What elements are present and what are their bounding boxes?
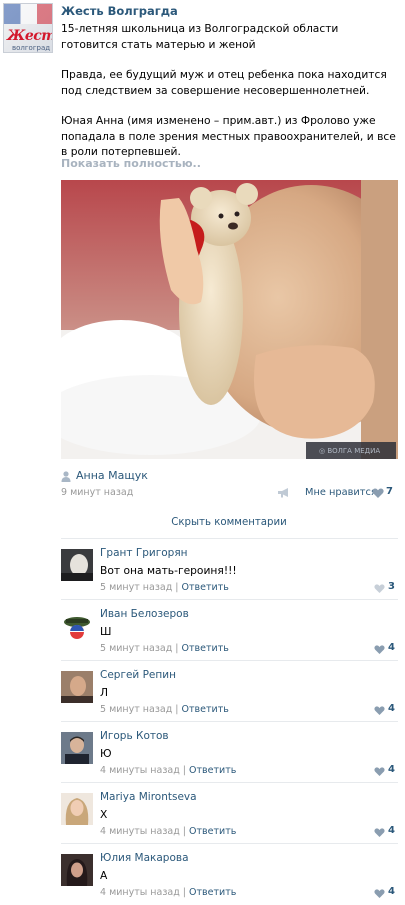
- show-more-link[interactable]: Показать полностью..: [61, 157, 201, 170]
- avatar-logo-subtext: волгоград: [12, 44, 51, 52]
- post-header: Жесть волгоград Жесть Волграгда 15-летня…: [0, 0, 405, 170]
- comment-text: Ш: [100, 625, 112, 638]
- comment-text: Л: [100, 686, 109, 699]
- reply-link[interactable]: Ответить: [182, 704, 229, 715]
- post-paragraph: Правда, ее будущий муж и отец ребенка по…: [61, 68, 387, 97]
- commenter-avatar[interactable]: [61, 732, 93, 764]
- comment-time[interactable]: 5 минут назад: [100, 582, 172, 593]
- comment-meta: 5 минут назад | Ответить: [100, 704, 229, 715]
- comment-text: Х: [100, 808, 108, 821]
- commenter-avatar[interactable]: [61, 671, 93, 703]
- svg-text:◎ ВОЛГА МЕДИА: ◎ ВОЛГА МЕДИА: [319, 447, 380, 455]
- comment-like-count: 4: [388, 703, 395, 714]
- comment-time[interactable]: 4 минуты назад: [100, 765, 180, 776]
- post-author-link[interactable]: Анна Мащук: [76, 469, 148, 482]
- comment-meta: 4 минуты назад | Ответить: [100, 887, 237, 898]
- heart-icon[interactable]: [374, 828, 385, 837]
- heart-icon[interactable]: [374, 645, 385, 654]
- comment-item: Игорь Котов Ю 4 минуты назад | Ответить …: [61, 721, 398, 782]
- commenter-avatar[interactable]: [61, 793, 93, 825]
- comment-meta: 4 минуты назад | Ответить: [100, 826, 237, 837]
- comment-like-count: 3: [388, 581, 395, 592]
- group-name-link[interactable]: Жесть Волграгда: [61, 4, 178, 18]
- user-icon: [61, 471, 71, 482]
- comment-author-link[interactable]: Юлия Макарова: [100, 852, 189, 864]
- comment-time[interactable]: 5 минут назад: [100, 704, 172, 715]
- comment-text: А: [100, 869, 108, 882]
- comment-meta: 5 минут назад | Ответить: [100, 582, 229, 593]
- heart-icon[interactable]: [374, 767, 385, 776]
- comment-author-link[interactable]: Игорь Котов: [100, 730, 169, 742]
- heart-icon[interactable]: [374, 706, 385, 715]
- comment-like-count: 4: [388, 642, 395, 653]
- avatar-logo-text: Жесть: [7, 28, 52, 44]
- comment-author-link[interactable]: Сергей Репин: [100, 669, 176, 681]
- comment-author-link[interactable]: Иван Белозеров: [100, 608, 189, 620]
- post-paragraph: Юная Анна (имя изменено – прим.авт.) из …: [61, 114, 396, 158]
- comment-time[interactable]: 5 минут назад: [100, 643, 172, 654]
- share-megaphone-icon[interactable]: [277, 487, 291, 498]
- post-text: 15-летняя школьница из Волгоградской обл…: [61, 21, 396, 175]
- reply-link[interactable]: Ответить: [189, 826, 236, 837]
- post-time[interactable]: 9 минут назад: [61, 487, 133, 498]
- comment-time[interactable]: 4 минуты назад: [100, 887, 180, 898]
- like-button-label[interactable]: Мне нравится: [305, 487, 377, 498]
- group-avatar[interactable]: Жесть волгоград: [3, 3, 53, 53]
- comment-author-link[interactable]: Mariya Mirontseva: [100, 791, 197, 803]
- post-paragraph: 15-летняя школьница из Волгоградской обл…: [61, 22, 339, 51]
- comment-text: Вот она мать-героиня!!!: [100, 564, 237, 577]
- avatar-flag-stripe: [4, 4, 52, 24]
- comment-item: Mariya Mirontseva Х 4 минуты назад | Отв…: [61, 782, 398, 843]
- comment-like-count: 4: [388, 825, 395, 836]
- comment-meta: 5 минут назад | Ответить: [100, 643, 229, 654]
- comment-item: Иван Белозеров Ш 5 минут назад | Ответит…: [61, 599, 398, 660]
- post-photo[interactable]: ◎ ВОЛГА МЕДИА: [61, 180, 398, 459]
- comment-item: Грант Григорян Вот она мать-героиня!!! 5…: [61, 538, 398, 599]
- reply-link[interactable]: Ответить: [189, 887, 236, 898]
- comments-list: Грант Григорян Вот она мать-героиня!!! 5…: [61, 538, 398, 904]
- like-count: 7: [386, 486, 393, 497]
- heart-icon[interactable]: [374, 584, 385, 593]
- comment-author-link[interactable]: Грант Григорян: [100, 547, 188, 559]
- post-photo-illustration: ◎ ВОЛГА МЕДИА: [61, 180, 398, 459]
- commenter-avatar[interactable]: [61, 549, 93, 581]
- hide-comments-link[interactable]: Скрыть комментарии: [0, 517, 405, 528]
- reply-link[interactable]: Ответить: [182, 582, 229, 593]
- reply-link[interactable]: Ответить: [182, 643, 229, 654]
- commenter-avatar[interactable]: [61, 854, 93, 886]
- comment-meta: 4 минуты назад | Ответить: [100, 765, 237, 776]
- reply-link[interactable]: Ответить: [189, 765, 236, 776]
- comment-like-count: 4: [388, 764, 395, 775]
- commenter-avatar[interactable]: [61, 610, 93, 642]
- comment-time[interactable]: 4 минуты назад: [100, 826, 180, 837]
- comment-text: Ю: [100, 747, 112, 760]
- comment-like-count: 4: [388, 886, 395, 897]
- heart-icon[interactable]: [372, 488, 384, 498]
- comment-item: Юлия Макарова А 4 минуты назад | Ответит…: [61, 843, 398, 904]
- heart-icon[interactable]: [374, 889, 385, 898]
- comment-item: Сергей Репин Л 5 минут назад | Ответить …: [61, 660, 398, 721]
